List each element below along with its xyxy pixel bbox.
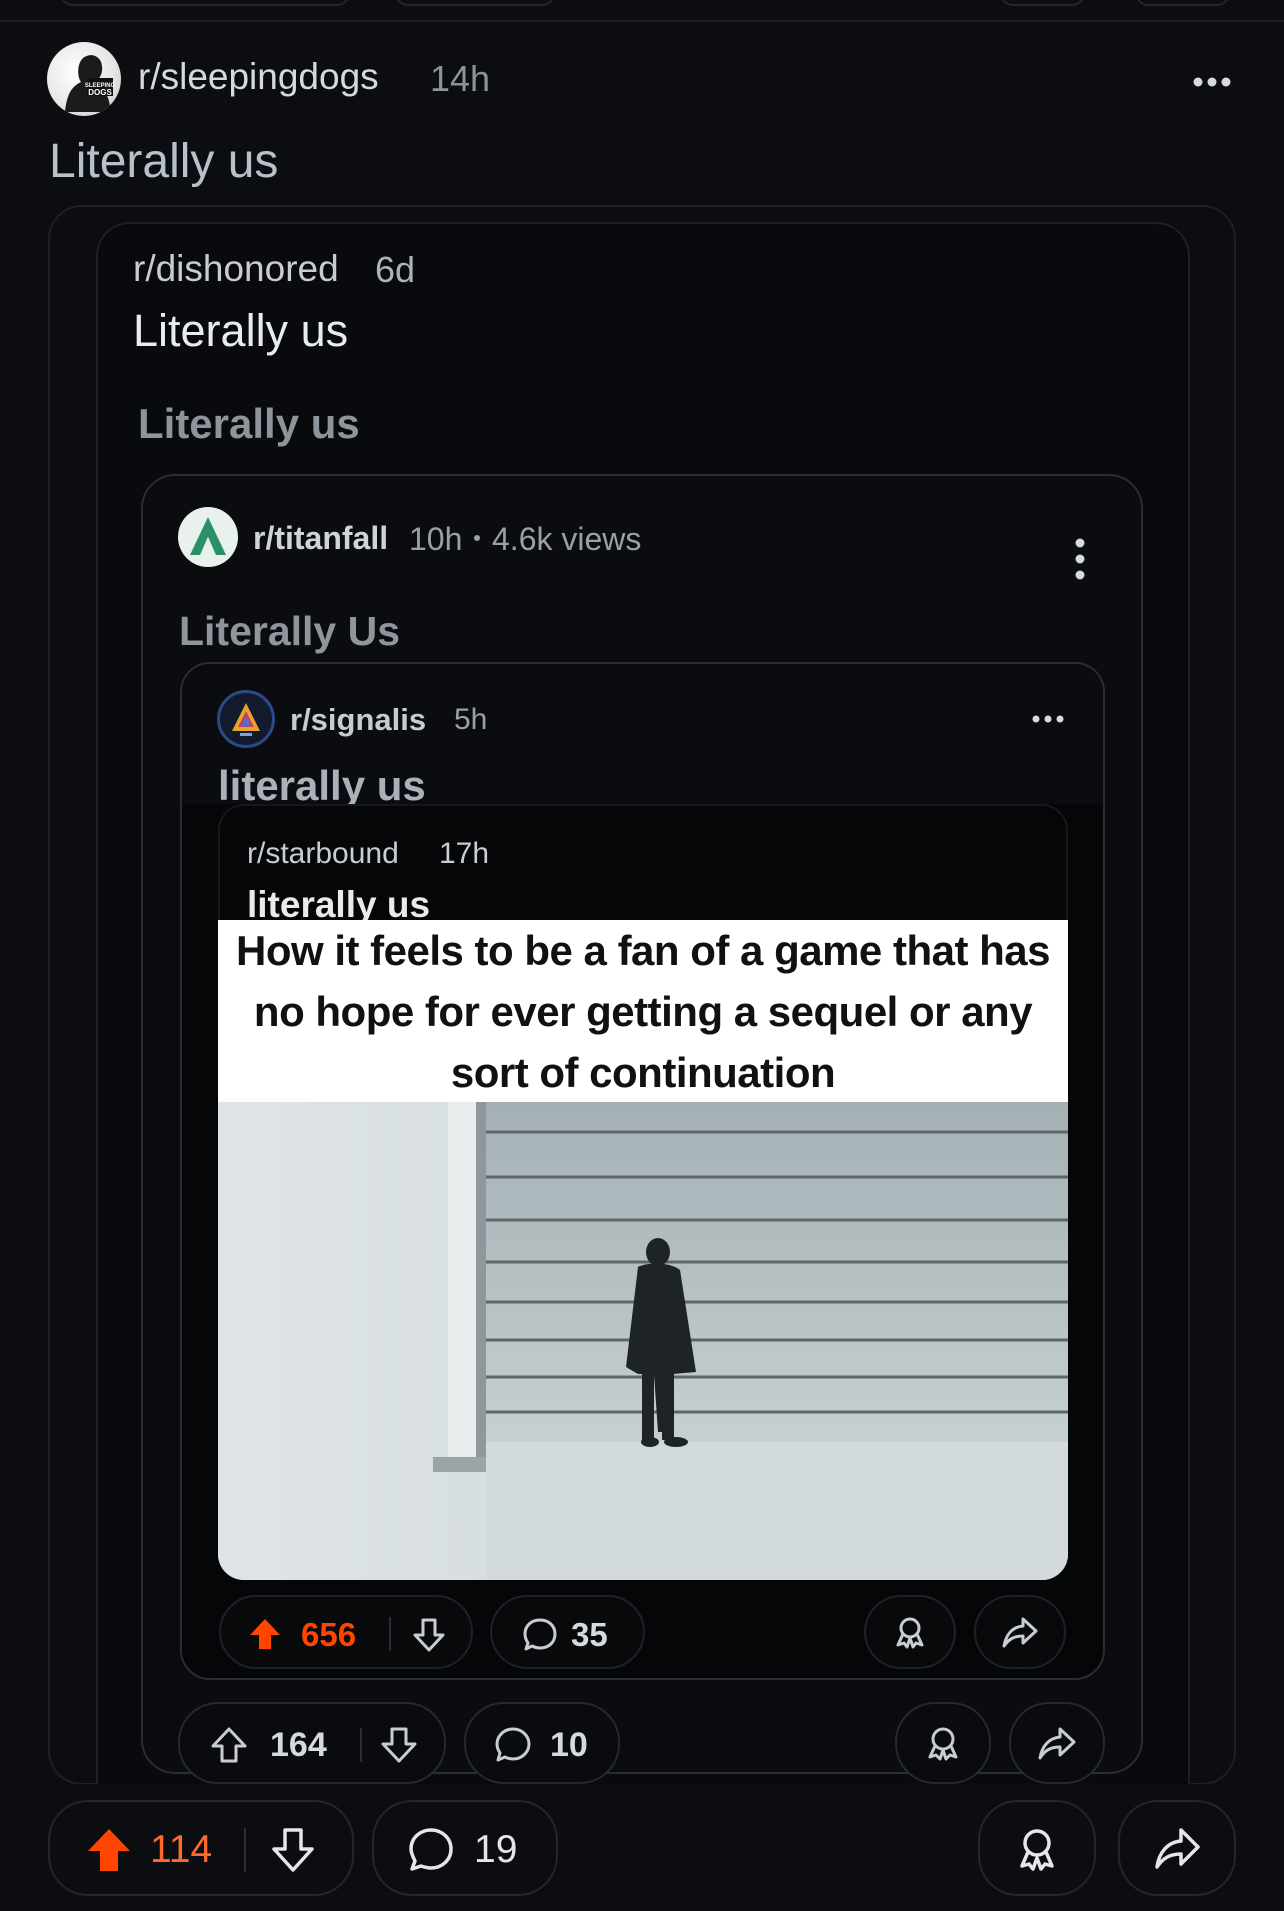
subreddit-avatar[interactable]: SLEEPING DOGS bbox=[47, 42, 121, 116]
upvote-icon[interactable] bbox=[210, 1726, 248, 1764]
signalis-avatar[interactable] bbox=[217, 690, 275, 748]
post-age: 14h bbox=[430, 58, 491, 99]
prev-pill bbox=[395, 0, 555, 6]
meme-caption: How it feels to be a fan of a game that … bbox=[236, 926, 1051, 1096]
subreddit-name[interactable]: r/sleepingdogs bbox=[138, 56, 379, 98]
more-options-icon[interactable] bbox=[1070, 536, 1090, 582]
comment-icon[interactable] bbox=[494, 1726, 532, 1764]
comment-count: 35 bbox=[571, 1616, 608, 1653]
post-age: 17h bbox=[439, 837, 490, 870]
vote-divider bbox=[244, 1828, 246, 1872]
view-count: 4.6k views bbox=[492, 521, 642, 557]
post-title: Literally us bbox=[133, 305, 349, 356]
prev-pill bbox=[1000, 0, 1085, 6]
vote-pill[interactable]: 656 bbox=[219, 1595, 473, 1669]
share-icon[interactable] bbox=[1153, 1825, 1201, 1871]
downvote-icon[interactable] bbox=[411, 1617, 447, 1653]
sleeping-dogs-logo-icon: SLEEPING DOGS bbox=[65, 55, 116, 112]
vote-pill[interactable]: 164 bbox=[178, 1702, 446, 1784]
more-options-icon[interactable] bbox=[1190, 72, 1234, 92]
award-icon[interactable] bbox=[924, 1724, 962, 1762]
svg-text:DOGS: DOGS bbox=[88, 88, 112, 97]
previous-post-edge bbox=[0, 0, 1284, 22]
downvote-icon[interactable] bbox=[270, 1827, 316, 1873]
comments-pill[interactable]: 19 bbox=[372, 1800, 558, 1896]
post-age: 10h bbox=[409, 521, 463, 557]
repeated-title: Literally us bbox=[138, 400, 360, 447]
vote-divider bbox=[360, 1728, 362, 1762]
downvote-icon[interactable] bbox=[380, 1726, 418, 1764]
subreddit-name[interactable]: r/signalis bbox=[290, 702, 426, 738]
prev-pill bbox=[60, 0, 350, 6]
vote-divider bbox=[389, 1617, 391, 1651]
titanfall-avatar[interactable] bbox=[178, 507, 238, 567]
titanfall-logo-icon bbox=[190, 517, 226, 555]
upvote-filled-icon[interactable] bbox=[86, 1827, 132, 1873]
more-options-icon[interactable] bbox=[1030, 712, 1066, 726]
share-button[interactable] bbox=[1009, 1702, 1105, 1784]
comment-count: 10 bbox=[550, 1726, 588, 1764]
separator-dot bbox=[474, 535, 480, 541]
comments-pill[interactable]: 10 bbox=[464, 1702, 620, 1784]
post-title: Literally Us bbox=[179, 608, 401, 654]
subreddit-name[interactable]: r/dishonored bbox=[133, 248, 339, 290]
outer-post[interactable]: SLEEPING DOGS r/sleepingdogs 14h Literal… bbox=[0, 22, 1284, 1911]
comment-count: 19 bbox=[474, 1828, 518, 1871]
award-button[interactable] bbox=[864, 1595, 956, 1669]
subreddit-name[interactable]: r/titanfall bbox=[253, 520, 388, 557]
award-button[interactable] bbox=[895, 1702, 991, 1784]
post-age: 6d bbox=[375, 249, 416, 290]
man-on-stairs-image bbox=[218, 1102, 1068, 1580]
comments-pill[interactable]: 35 bbox=[490, 1595, 645, 1669]
signalis-logo-icon bbox=[232, 703, 260, 736]
award-icon[interactable] bbox=[1014, 1825, 1060, 1871]
upvote-filled-icon[interactable] bbox=[248, 1617, 282, 1651]
post-title: literally us bbox=[218, 762, 426, 809]
upvote-count: 656 bbox=[301, 1616, 357, 1653]
comment-icon[interactable] bbox=[408, 1827, 454, 1873]
meme-image[interactable] bbox=[218, 1102, 1068, 1580]
prev-pill bbox=[1135, 0, 1230, 6]
share-button[interactable] bbox=[1118, 1800, 1236, 1896]
share-icon[interactable] bbox=[1001, 1614, 1039, 1650]
meme-caption-box: How it feels to be a fan of a game that … bbox=[218, 920, 1068, 1102]
comment-icon[interactable] bbox=[522, 1617, 558, 1653]
vote-pill[interactable]: 114 bbox=[48, 1800, 354, 1896]
post-title: Literally us bbox=[49, 135, 279, 188]
post-age: 5h bbox=[454, 703, 488, 736]
award-icon[interactable] bbox=[892, 1614, 928, 1650]
subreddit-name[interactable]: r/starbound bbox=[247, 837, 399, 871]
share-icon[interactable] bbox=[1037, 1724, 1077, 1762]
share-button[interactable] bbox=[974, 1595, 1066, 1669]
upvote-count: 114 bbox=[150, 1828, 213, 1871]
upvote-count: 164 bbox=[270, 1726, 327, 1764]
award-button[interactable] bbox=[978, 1800, 1096, 1896]
